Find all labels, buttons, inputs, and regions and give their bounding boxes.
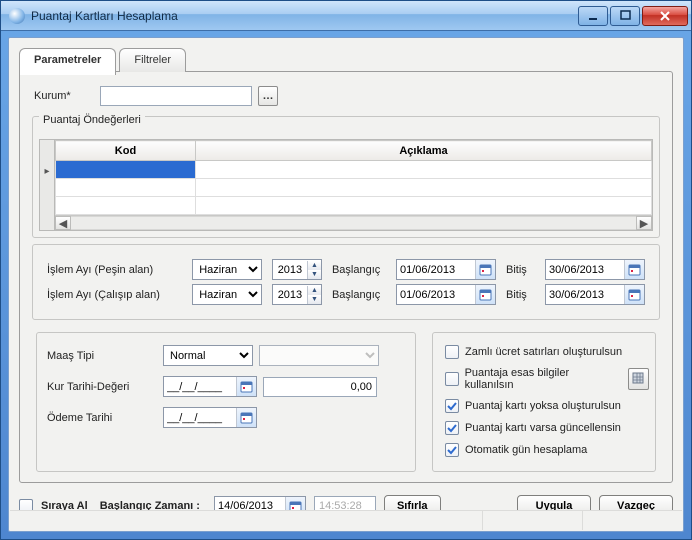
defaults-legend: Puantaj Öndeğerleri <box>39 114 145 126</box>
start-date-input[interactable] <box>397 286 475 304</box>
app-icon <box>9 8 25 24</box>
opt4-label: Puantaj kartı varsa güncellensin <box>465 422 621 434</box>
grid-icon <box>632 372 644 387</box>
table-row[interactable] <box>56 197 652 215</box>
salary-group: Maaş Tipi Normal Kur Tarihi-Değeri <box>36 332 416 472</box>
period-group: İşlem Ayı (Peşin alan) Haziran ▲ ▼ Başla… <box>32 244 660 320</box>
period-calisip-label: İşlem Ayı (Çalışıp alan) <box>47 289 182 301</box>
odeme-label: Ödeme Tarihi <box>47 412 157 424</box>
kur-date[interactable] <box>163 376 257 397</box>
checkbox-opt5[interactable] <box>445 443 459 457</box>
scroll-left-icon[interactable]: ◀ <box>55 216 71 230</box>
checkbox-opt4[interactable] <box>445 421 459 435</box>
kurum-label: Kurum* <box>34 90 94 102</box>
year-spinner-pesin[interactable]: ▲ ▼ <box>272 259 322 280</box>
kur-date-input[interactable] <box>164 378 236 396</box>
options-group: Zamlı ücret satırları oluşturulsun Puant… <box>432 332 656 472</box>
minimize-button[interactable] <box>578 6 608 26</box>
status-bar <box>10 510 682 530</box>
start-label: Başlangıç <box>332 289 386 301</box>
opt2-details-button[interactable] <box>628 368 649 390</box>
tab-parametreler[interactable]: Parametreler <box>19 48 116 75</box>
tab-filtreler[interactable]: Filtreler <box>119 48 186 72</box>
odeme-date-input[interactable] <box>164 409 236 427</box>
calendar-icon[interactable] <box>624 260 644 279</box>
end-label: Bitiş <box>506 289 535 301</box>
checkbox-opt1[interactable] <box>445 345 459 359</box>
period-pesin-label: İşlem Ayı (Peşin alan) <box>47 264 182 276</box>
end-date-calisip[interactable] <box>545 284 645 305</box>
end-date-input[interactable] <box>546 286 624 304</box>
spin-up-icon[interactable]: ▲ <box>307 261 321 270</box>
start-date-input[interactable] <box>397 261 475 279</box>
table-row[interactable] <box>56 161 652 179</box>
defaults-grid[interactable]: Kod Açıklama ◀ ▶ <box>55 139 653 231</box>
checkbox-opt3[interactable] <box>445 399 459 413</box>
tab-panel-parametreler: Kurum* … Puantaj Öndeğerleri ▸ Kod <box>19 71 673 483</box>
month-select-calisip[interactable]: Haziran <box>192 284 262 305</box>
end-label: Bitiş <box>506 264 535 276</box>
opt1-label: Zamlı ücret satırları oluşturulsun <box>465 346 622 358</box>
window-title: Puantaj Kartları Hesaplama <box>31 9 578 23</box>
grid-row-marker[interactable]: ▸ <box>39 139 55 231</box>
grid-scrollbar[interactable]: ◀ ▶ <box>55 215 652 230</box>
app-window: Puantaj Kartları Hesaplama Parametreler … <box>0 0 692 540</box>
end-date-input[interactable] <box>546 261 624 279</box>
calendar-icon[interactable] <box>624 285 644 304</box>
tab-strip: Parametreler Filtreler <box>19 44 673 72</box>
spin-down-icon[interactable]: ▼ <box>307 295 321 304</box>
kur-value-input[interactable] <box>263 377 377 397</box>
close-button[interactable] <box>642 6 688 26</box>
calendar-icon[interactable] <box>475 260 495 279</box>
col-header-kod[interactable]: Kod <box>56 141 196 161</box>
spin-down-icon[interactable]: ▼ <box>307 270 321 279</box>
col-header-aciklama[interactable]: Açıklama <box>196 141 652 161</box>
opt2-label: Puantaja esas bilgiler kullanılsın <box>465 367 616 391</box>
maas-tipi-select-2 <box>259 345 379 366</box>
year-spinner-calisip[interactable]: ▲ ▼ <box>272 284 322 305</box>
start-date-calisip[interactable] <box>396 284 496 305</box>
opt5-label: Otomatik gün hesaplama <box>465 444 587 456</box>
ellipsis-icon: … <box>263 90 274 102</box>
defaults-group: Puantaj Öndeğerleri ▸ Kod Açıklama <box>32 116 660 238</box>
opt3-label: Puantaj kartı yoksa oluşturulsun <box>465 400 621 412</box>
maas-tipi-label: Maaş Tipi <box>47 350 157 362</box>
start-label: Başlangıç <box>332 264 386 276</box>
calendar-icon[interactable] <box>236 377 256 396</box>
maas-tipi-select[interactable]: Normal <box>163 345 253 366</box>
titlebar[interactable]: Puantaj Kartları Hesaplama <box>1 1 691 31</box>
maximize-button[interactable] <box>610 6 640 26</box>
year-input-calisip[interactable] <box>273 286 307 304</box>
client-area: Parametreler Filtreler Kurum* … Puantaj … <box>8 37 684 532</box>
kur-label: Kur Tarihi-Değeri <box>47 381 157 393</box>
checkbox-opt2[interactable] <box>445 372 459 386</box>
end-date-pesin[interactable] <box>545 259 645 280</box>
kurum-browse-button[interactable]: … <box>258 86 278 106</box>
calendar-icon[interactable] <box>236 408 256 427</box>
table-row[interactable] <box>56 179 652 197</box>
start-date-pesin[interactable] <box>396 259 496 280</box>
kurum-input[interactable] <box>100 86 252 106</box>
scroll-right-icon[interactable]: ▶ <box>636 216 652 230</box>
year-input-pesin[interactable] <box>273 261 307 279</box>
spin-up-icon[interactable]: ▲ <box>307 286 321 295</box>
month-select-pesin[interactable]: Haziran <box>192 259 262 280</box>
calendar-icon[interactable] <box>475 285 495 304</box>
odeme-date[interactable] <box>163 407 257 428</box>
